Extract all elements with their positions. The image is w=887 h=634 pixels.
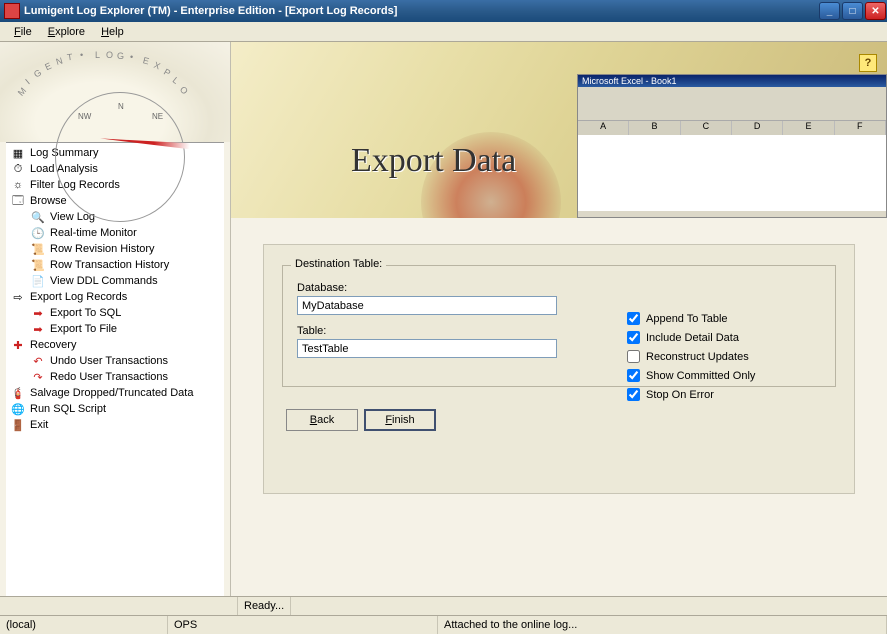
analysis-icon: ⏱ — [10, 162, 26, 176]
export-file-icon: ➡ — [30, 322, 46, 336]
window-buttons: _ □ ✕ — [818, 2, 887, 20]
exit-icon: 🚪 — [10, 418, 26, 432]
nav-export-file[interactable]: ➡ Export To File — [6, 321, 224, 337]
nav-label: Redo User Transactions — [50, 371, 168, 383]
redo-icon: ↷ — [30, 370, 46, 384]
nav-label: Real-time Monitor — [50, 227, 137, 239]
nav-realtime-monitor[interactable]: 🕒 Real-time Monitor — [6, 225, 224, 241]
filter-icon: ☼ — [10, 178, 26, 192]
reconstruct-checkbox[interactable] — [627, 350, 640, 363]
database-input[interactable] — [297, 296, 557, 315]
opt-label: Show Committed Only — [646, 370, 755, 382]
salvage-icon: 🧯 — [10, 386, 26, 400]
undo-icon: ↶ — [30, 354, 46, 368]
nav-undo-trans[interactable]: ↶ Undo User Transactions — [6, 353, 224, 369]
recovery-icon: ✚ — [10, 338, 26, 352]
nav-redo-trans[interactable]: ↷ Redo User Transactions — [6, 369, 224, 385]
nav-recovery[interactable]: ✚ Recovery — [6, 337, 224, 353]
status-server: (local) — [0, 616, 168, 634]
main-area: M I G E N T • L O G • E X P L O NW N NE … — [0, 42, 887, 596]
app-icon — [4, 3, 20, 19]
maximize-button[interactable]: □ — [842, 2, 863, 20]
nav-label: Browse — [30, 195, 67, 207]
nav-label: View DDL Commands — [50, 275, 158, 287]
banner: Export Data ? Microsoft Excel - Book1 AB… — [231, 42, 887, 218]
opt-label: Stop On Error — [646, 389, 714, 401]
table-label: Table: — [297, 325, 557, 337]
globe-icon: 🌐 — [10, 402, 26, 416]
wizard-panel: Destination Table: Database: Table: — [263, 244, 855, 494]
finish-button[interactable]: Finish — [364, 409, 436, 431]
transaction-icon: 📜 — [30, 258, 46, 272]
status-mode: OPS — [168, 616, 438, 634]
menu-bar: File Explore Help — [0, 22, 887, 42]
excel-preview: Microsoft Excel - Book1 ABCDEF — [577, 74, 887, 218]
table-input[interactable] — [297, 339, 557, 358]
stop-error-checkbox[interactable] — [627, 388, 640, 401]
minimize-button[interactable]: _ — [819, 2, 840, 20]
nav-label: Row Revision History — [50, 243, 155, 255]
nav-label: Exit — [30, 419, 48, 431]
nav-row-transaction[interactable]: 📜 Row Transaction History — [6, 257, 224, 273]
page-title: Export Data — [351, 142, 516, 180]
menu-help[interactable]: Help — [93, 24, 132, 40]
excel-title: Microsoft Excel - Book1 — [578, 75, 886, 87]
nav-label: Undo User Transactions — [50, 355, 168, 367]
grid-icon: ▦ — [10, 146, 26, 160]
nav-label: Row Transaction History — [50, 259, 169, 271]
menu-explore[interactable]: Explore — [40, 24, 93, 40]
window-title: Lumigent Log Explorer (TM) - Enterprise … — [24, 5, 818, 17]
nav-view-ddl[interactable]: 📄 View DDL Commands — [6, 273, 224, 289]
content-area: Export Data ? Microsoft Excel - Book1 AB… — [231, 42, 887, 596]
append-checkbox[interactable] — [627, 312, 640, 325]
opt-label: Append To Table — [646, 313, 728, 325]
export-sql-icon: ➡ — [30, 306, 46, 320]
help-button[interactable]: ? — [859, 54, 877, 72]
nav-export-log[interactable]: ⇨ Export Log Records — [6, 289, 224, 305]
title-bar: Lumigent Log Explorer (TM) - Enterprise … — [0, 0, 887, 22]
opt-label: Include Detail Data — [646, 332, 739, 344]
browse-icon: 🗔 — [10, 194, 26, 208]
database-label: Database: — [297, 282, 557, 294]
status-ready: Ready... — [238, 597, 291, 615]
nav-export-sql[interactable]: ➡ Export To SQL — [6, 305, 224, 321]
sidebar: M I G E N T • L O G • E X P L O NW N NE … — [0, 42, 231, 596]
wizard-buttons: Back Finish — [286, 409, 836, 431]
committed-checkbox[interactable] — [627, 369, 640, 382]
destination-fieldset: Destination Table: Database: Table: — [282, 265, 836, 387]
status-bar-lower: (local) OPS Attached to the online log..… — [0, 615, 887, 634]
nav-label: Recovery — [30, 339, 76, 351]
close-button[interactable]: ✕ — [865, 2, 886, 20]
nav-exit[interactable]: 🚪 Exit — [6, 417, 224, 433]
back-button[interactable]: Back — [286, 409, 358, 431]
revision-icon: 📜 — [30, 242, 46, 256]
compass-graphic: M I G E N T • L O G • E X P L O NW N NE — [0, 42, 230, 142]
clock-icon: 🕒 — [30, 226, 46, 240]
options-group: Append To Table Include Detail Data Reco… — [627, 312, 755, 407]
nav-label: Run SQL Script — [30, 403, 106, 415]
ddl-icon: 📄 — [30, 274, 46, 288]
nav-label: Salvage Dropped/Truncated Data — [30, 387, 193, 399]
export-icon: ⇨ — [10, 290, 26, 304]
magnifier-icon: 🔍 — [30, 210, 46, 224]
menu-file[interactable]: File — [6, 24, 40, 40]
nav-row-revision[interactable]: 📜 Row Revision History — [6, 241, 224, 257]
opt-label: Reconstruct Updates — [646, 351, 749, 363]
nav-label: Export To SQL — [50, 307, 121, 319]
status-bar-upper: Ready... — [0, 596, 887, 615]
nav-label: Export Log Records — [30, 291, 127, 303]
nav-salvage[interactable]: 🧯 Salvage Dropped/Truncated Data — [6, 385, 224, 401]
fieldset-legend: Destination Table: — [291, 258, 386, 270]
include-detail-checkbox[interactable] — [627, 331, 640, 344]
status-attach: Attached to the online log... — [438, 616, 887, 634]
nav-label: Export To File — [50, 323, 117, 335]
nav-run-sql[interactable]: 🌐 Run SQL Script — [6, 401, 224, 417]
